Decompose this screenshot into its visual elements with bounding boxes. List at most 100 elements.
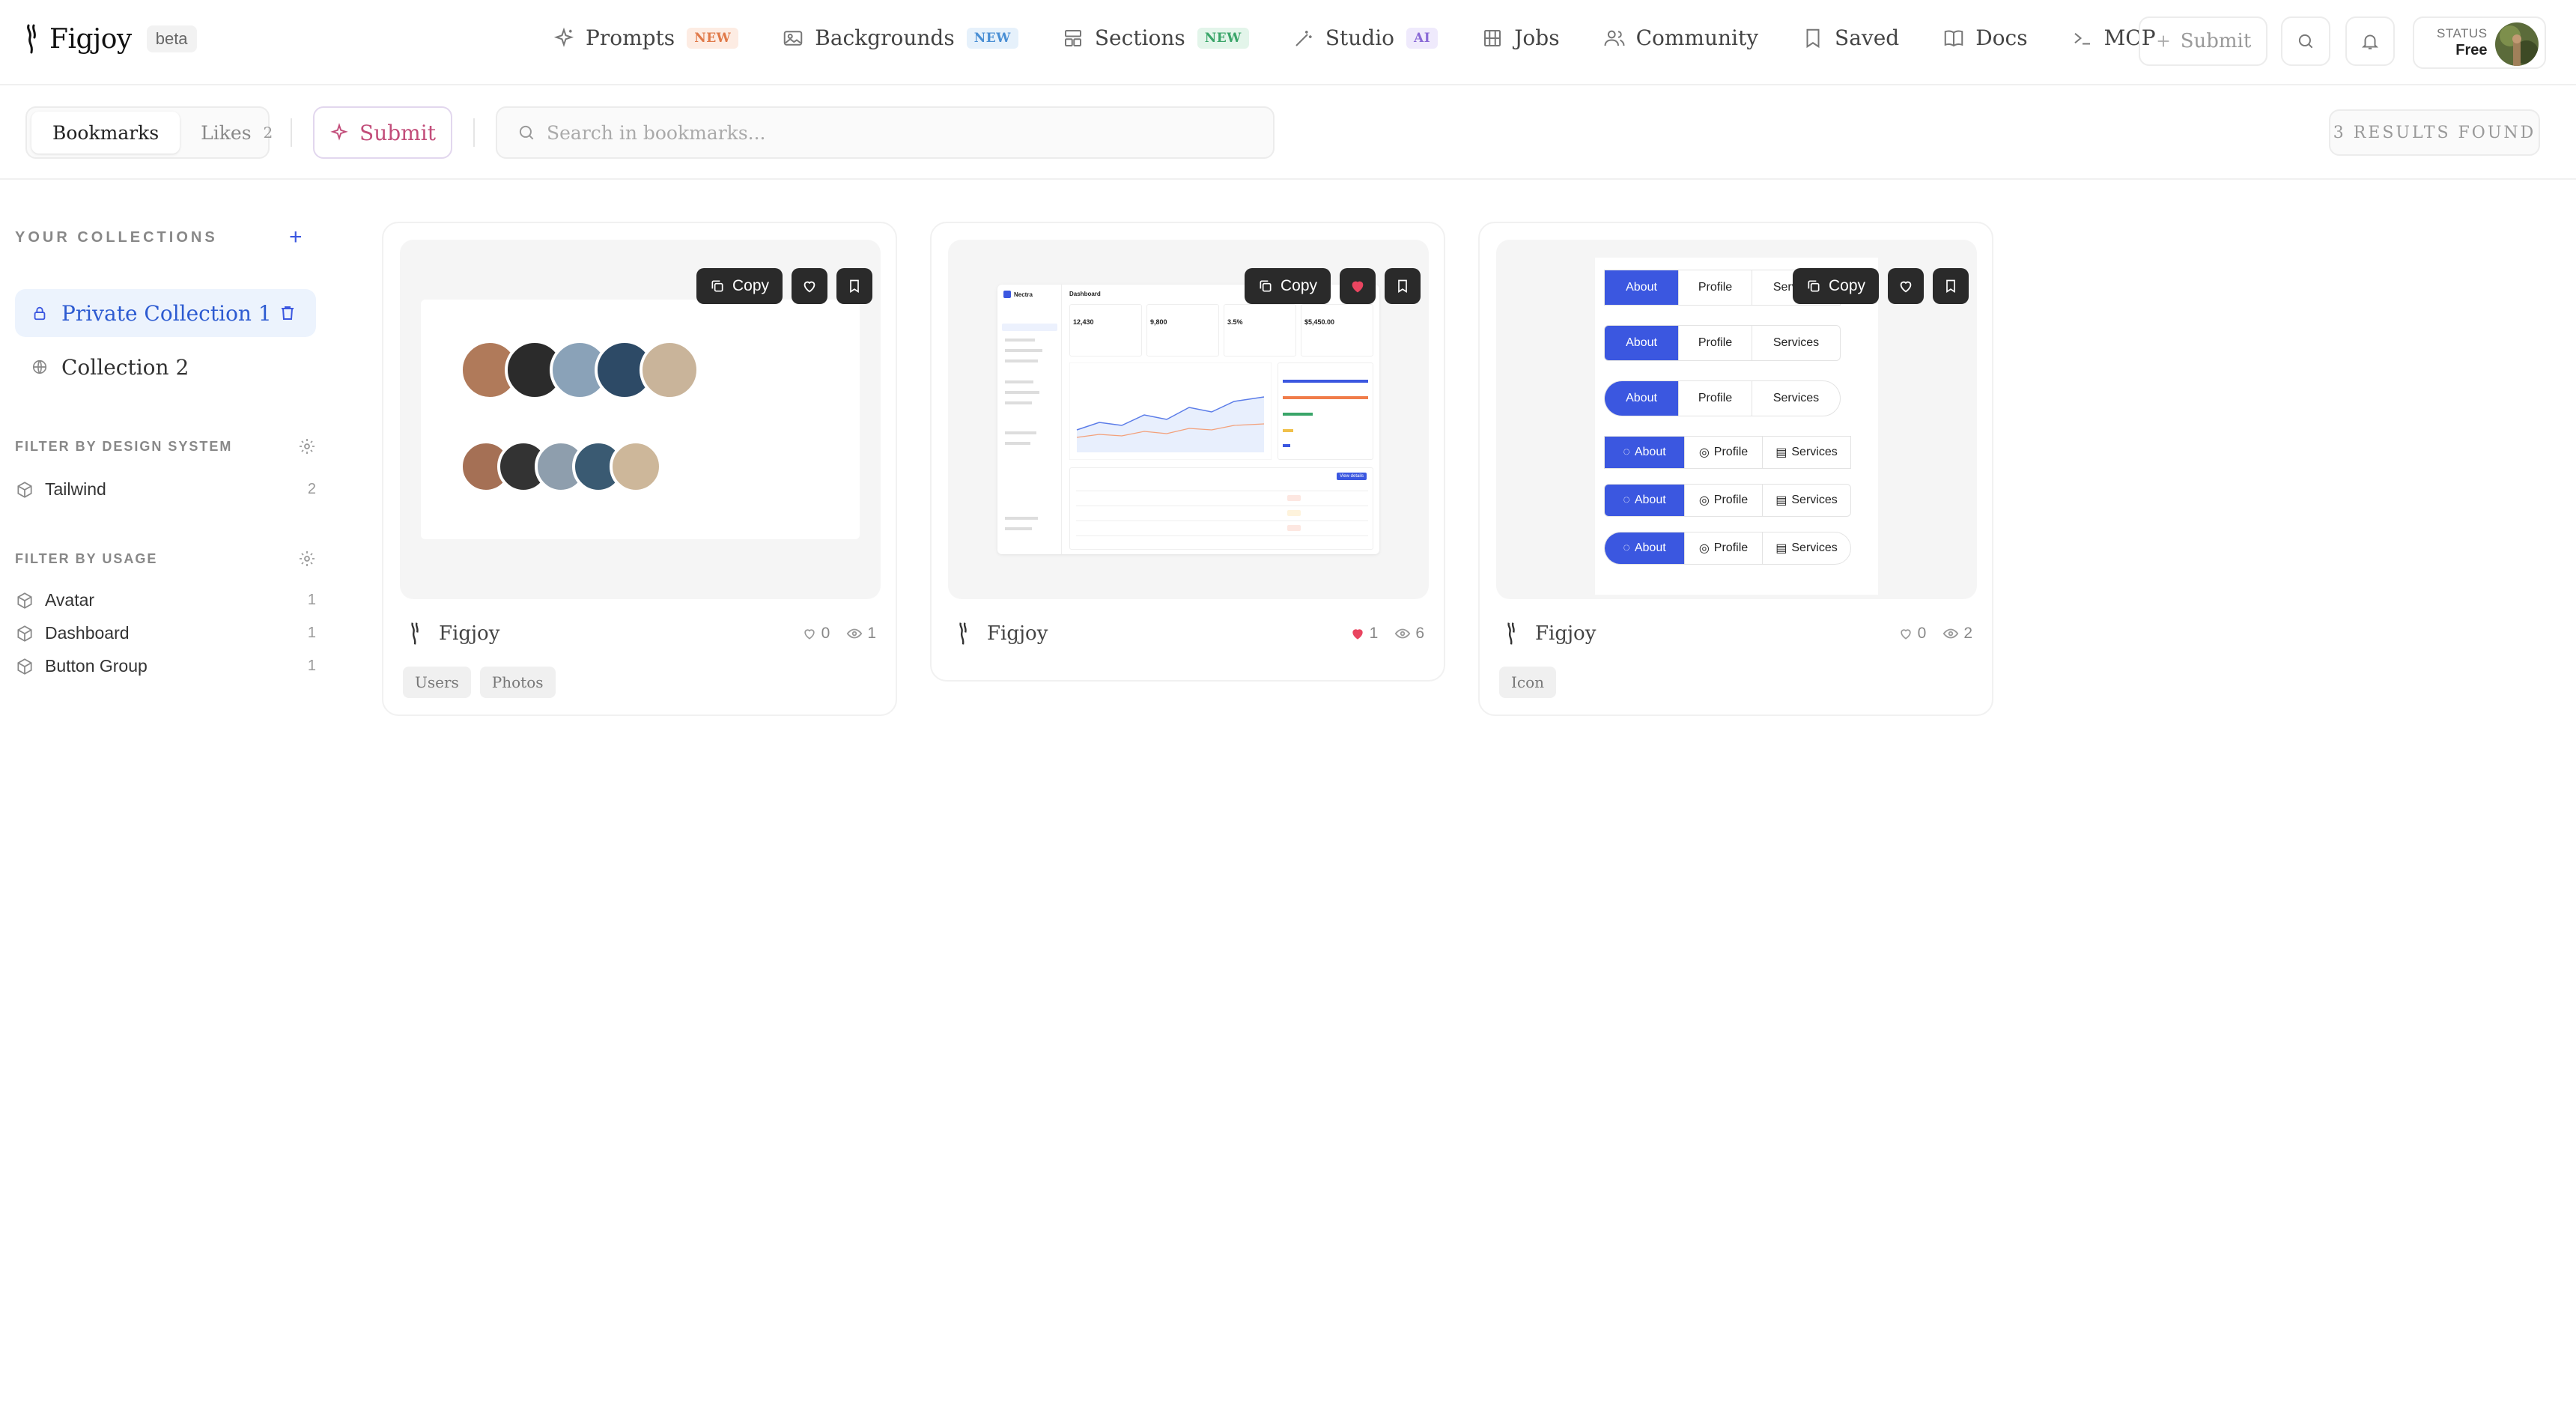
chat-icon: ◌ [1623, 446, 1630, 458]
kpi-row: 12,430 9,800 3.5% $5,450.00 [1069, 304, 1373, 356]
nav-line [1005, 431, 1036, 434]
group-button-services: ▤ Services [1762, 437, 1850, 468]
gear-icon[interactable] [298, 437, 316, 455]
user-avatar[interactable] [2495, 22, 2539, 66]
search-button[interactable] [2281, 16, 2330, 66]
search-input[interactable] [547, 121, 1221, 144]
filter-avatar[interactable]: Avatar 1 [15, 590, 316, 610]
collections-title: YOUR COLLECTIONS [15, 229, 218, 246]
bookmark-button[interactable] [836, 268, 873, 304]
group-button-profile: ◎ Profile [1684, 437, 1762, 468]
views-count: 6 [1415, 625, 1424, 642]
group-button-about: About [1605, 381, 1678, 416]
collection-2[interactable]: Collection 2 [15, 343, 316, 391]
tag[interactable]: Photos [479, 667, 556, 698]
tab-likes[interactable]: Likes 2 [180, 112, 294, 154]
nav-jobs[interactable]: Jobs [1481, 25, 1560, 50]
status-label: STATUS [2437, 26, 2488, 40]
toolbar: Bookmarks Likes 2 Submit 3 RESULTS FOUND [0, 85, 2576, 180]
nav-line [1002, 324, 1057, 331]
like-button[interactable] [792, 268, 828, 304]
heart-icon [1900, 629, 1911, 640]
usage-filter-title: FILTER BY USAGE [15, 551, 158, 566]
tag[interactable]: Users [403, 667, 471, 698]
filter-dashboard[interactable]: Dashboard 1 [15, 623, 316, 643]
component-card[interactable]: Nectra Dashboard 12,430 9,800 3.5% $5,45 [930, 222, 1445, 682]
copy-label: Copy [1829, 277, 1866, 294]
card-author[interactable]: Figjoy [987, 622, 1048, 645]
notifications-button[interactable] [2345, 16, 2395, 66]
copy-button[interactable]: Copy [1245, 268, 1331, 304]
nav-line [1005, 391, 1039, 394]
nav-prompts[interactable]: Prompts NEW [553, 25, 739, 50]
add-collection-button[interactable]: + [289, 226, 303, 249]
nav-docs[interactable]: Docs [1942, 25, 2028, 50]
cube-icon [17, 592, 32, 609]
button-group-icons: ◌ About ◎ Profile ▤ Services [1604, 436, 1851, 469]
card-preview[interactable]: Nectra Dashboard 12,430 9,800 3.5% $5,45 [948, 240, 1429, 599]
gear-icon[interactable] [298, 550, 316, 568]
filter-button-group-label: Button Group [45, 656, 148, 676]
group-button-about: ◌ About [1605, 532, 1684, 564]
bookmark-icon [1806, 28, 1820, 48]
logo[interactable]: Figjoy beta [24, 22, 197, 55]
nav-line [1005, 401, 1032, 404]
trash-icon[interactable] [279, 304, 297, 322]
nav-studio-label: Studio [1325, 25, 1395, 50]
table-action: View details [1337, 473, 1367, 480]
filter-button-group[interactable]: Button Group 1 [15, 656, 316, 676]
like-button[interactable] [1340, 268, 1376, 304]
copy-button[interactable]: Copy [696, 268, 783, 304]
header-submit-button[interactable]: Submit [2139, 16, 2267, 66]
views-stat: 6 [1394, 625, 1424, 643]
submit-button[interactable]: Submit [313, 106, 452, 159]
card-author[interactable]: Figjoy [1535, 622, 1596, 645]
bookmark-button[interactable] [1385, 268, 1421, 304]
sparkle-icon [553, 27, 574, 47]
search-icon [2298, 34, 2313, 49]
group-button-profile-label: Profile [1713, 541, 1749, 554]
card-author[interactable]: Figjoy [439, 622, 499, 645]
nav-backgrounds[interactable]: Backgrounds NEW [782, 25, 1018, 50]
bookmark-button[interactable] [1933, 268, 1969, 304]
dashboard-table: View details [1069, 467, 1373, 550]
plus-icon [2157, 35, 2169, 47]
image-icon [784, 30, 803, 46]
nav-saved[interactable]: Saved [1802, 25, 1899, 50]
bookmark-search [496, 106, 1275, 159]
nav-community[interactable]: Community [1603, 25, 1758, 50]
dashboard-line-chart [1069, 362, 1272, 460]
group-button-about: ◌ About [1605, 485, 1684, 516]
tab-likes-label: Likes [201, 121, 252, 144]
collection-2-label: Collection 2 [61, 354, 189, 380]
status-plan[interactable]: STATUS Free [2413, 16, 2546, 69]
nav-sections[interactable]: Sections NEW [1062, 25, 1249, 50]
filter-dashboard-count: 1 [307, 625, 316, 641]
group-button-about: About [1605, 270, 1678, 305]
tag[interactable]: Icon [1499, 667, 1557, 698]
kpi-card: 9,800 [1146, 304, 1219, 356]
card-footer: Figjoy 1 6 [957, 619, 1424, 649]
figjoy-logo-icon [1507, 622, 1515, 645]
copy-button[interactable]: Copy [1793, 268, 1880, 304]
logo-text: Figjoy [49, 23, 132, 55]
nav-studio[interactable]: Studio AI [1292, 25, 1439, 50]
filter-tailwind[interactable]: Tailwind 2 [15, 479, 316, 500]
heart-icon [1900, 281, 1912, 293]
views-count: 1 [867, 625, 876, 642]
filter-tailwind-label: Tailwind [45, 479, 106, 499]
group-button-profile: Profile [1678, 326, 1752, 360]
component-card[interactable]: Copy Figjoy 0 1 Users Photos [382, 222, 897, 716]
nav-saved-label: Saved [1835, 25, 1900, 50]
copy-icon [711, 280, 723, 292]
tab-bookmarks[interactable]: Bookmarks [31, 112, 180, 154]
collection-private[interactable]: Private Collection 1 [15, 289, 316, 337]
card-actions: Copy [696, 268, 873, 304]
chat-icon: ◌ [1623, 494, 1630, 506]
card-preview[interactable]: Copy [400, 240, 881, 599]
like-button[interactable] [1888, 268, 1925, 304]
table-line [1076, 535, 1368, 536]
component-card[interactable]: About Profile Services About Profile Ser… [1478, 222, 1993, 716]
card-preview[interactable]: About Profile Services About Profile Ser… [1496, 240, 1977, 599]
layout-icon [1064, 29, 1081, 46]
